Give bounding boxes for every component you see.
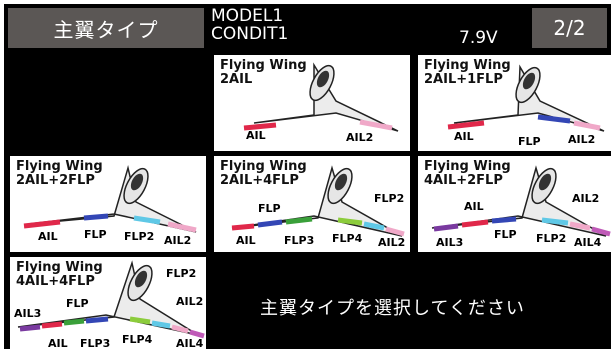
label-flp3: FLP3 <box>284 234 315 247</box>
wing-type-title-label: 主翼タイプ <box>53 17 159 42</box>
label-flp3: FLP3 <box>80 337 111 349</box>
condition-name: CONDIT1 <box>211 24 289 44</box>
wing-type-tile-2ail-4flp[interactable]: Flying Wing 2AIL+4FLP FLP FLP2 AIL FLP3 … <box>214 156 410 252</box>
label-ail3: AIL3 <box>14 307 42 320</box>
label-ail: AIL <box>236 234 256 247</box>
label-ail2: AIL2 <box>568 133 596 146</box>
wing-type-tile-2ail[interactable]: Flying Wing 2AIL AIL AIL2 <box>214 55 410 151</box>
page-indicator-label: 2/2 <box>553 16 586 40</box>
select-wing-type-prompt: 主翼タイプを選択してください <box>260 298 525 319</box>
label-flp2: FLP2 <box>536 232 567 245</box>
label-flp2: FLP2 <box>124 230 155 243</box>
tile-title: Flying Wing 2AIL <box>220 58 307 87</box>
tile-title: Flying Wing 2AIL+2FLP <box>16 159 103 188</box>
label-ail2: AIL2 <box>176 295 204 308</box>
label-ail3: AIL3 <box>436 236 464 249</box>
label-flp: FLP <box>518 135 541 148</box>
label-flp2: FLP2 <box>166 267 197 280</box>
wing-type-tile-4ail-2flp[interactable]: Flying Wing 4AIL+2FLP AIL AIL2 AIL3 FLP … <box>418 156 611 252</box>
tile-title: Flying Wing 4AIL+2FLP <box>424 159 511 188</box>
wing-type-title[interactable]: 主翼タイプ <box>8 8 204 48</box>
wing-type-tile-2ail-2flp[interactable]: Flying Wing 2AIL+2FLP AIL FLP FLP2 AIL2 <box>10 156 206 252</box>
label-ail: AIL <box>48 337 68 349</box>
label-ail: AIL <box>454 130 474 143</box>
label-ail: AIL <box>38 230 58 243</box>
label-flp: FLP <box>66 297 89 310</box>
label-ail2: AIL2 <box>164 234 192 247</box>
model-name: MODEL1 <box>211 6 284 26</box>
tile-title: Flying Wing 2AIL+1FLP <box>424 58 511 87</box>
label-flp: FLP <box>494 228 517 241</box>
label-flp: FLP <box>258 202 281 215</box>
label-ail2: AIL2 <box>346 131 374 144</box>
label-ail4: AIL4 <box>574 236 602 249</box>
label-ail2: AIL2 <box>378 236 406 249</box>
tile-title: Flying Wing 4AIL+4FLP <box>16 260 103 289</box>
label-flp2: FLP2 <box>374 192 405 205</box>
label-flp: FLP <box>84 228 107 241</box>
label-ail4: AIL4 <box>176 337 204 349</box>
wing-type-tile-2ail-1flp[interactable]: Flying Wing 2AIL+1FLP AIL FLP AIL2 <box>418 55 611 151</box>
label-flp4: FLP4 <box>122 333 153 346</box>
label-ail: AIL <box>464 200 484 213</box>
wing-type-tile-4ail-4flp[interactable]: Flying Wing 4AIL+4FLP FLP2 AIL3 FLP AIL2… <box>10 257 206 349</box>
label-ail: AIL <box>246 129 266 142</box>
tile-title: Flying Wing 2AIL+4FLP <box>220 159 307 188</box>
label-ail2: AIL2 <box>572 192 600 205</box>
battery-voltage: 7.9V <box>459 28 498 48</box>
screen: 主翼タイプ MODEL1 CONDIT1 7.9V 2/2 Flying Win… <box>4 4 611 349</box>
label-flp4: FLP4 <box>332 232 363 245</box>
page-indicator-button[interactable]: 2/2 <box>532 8 607 48</box>
